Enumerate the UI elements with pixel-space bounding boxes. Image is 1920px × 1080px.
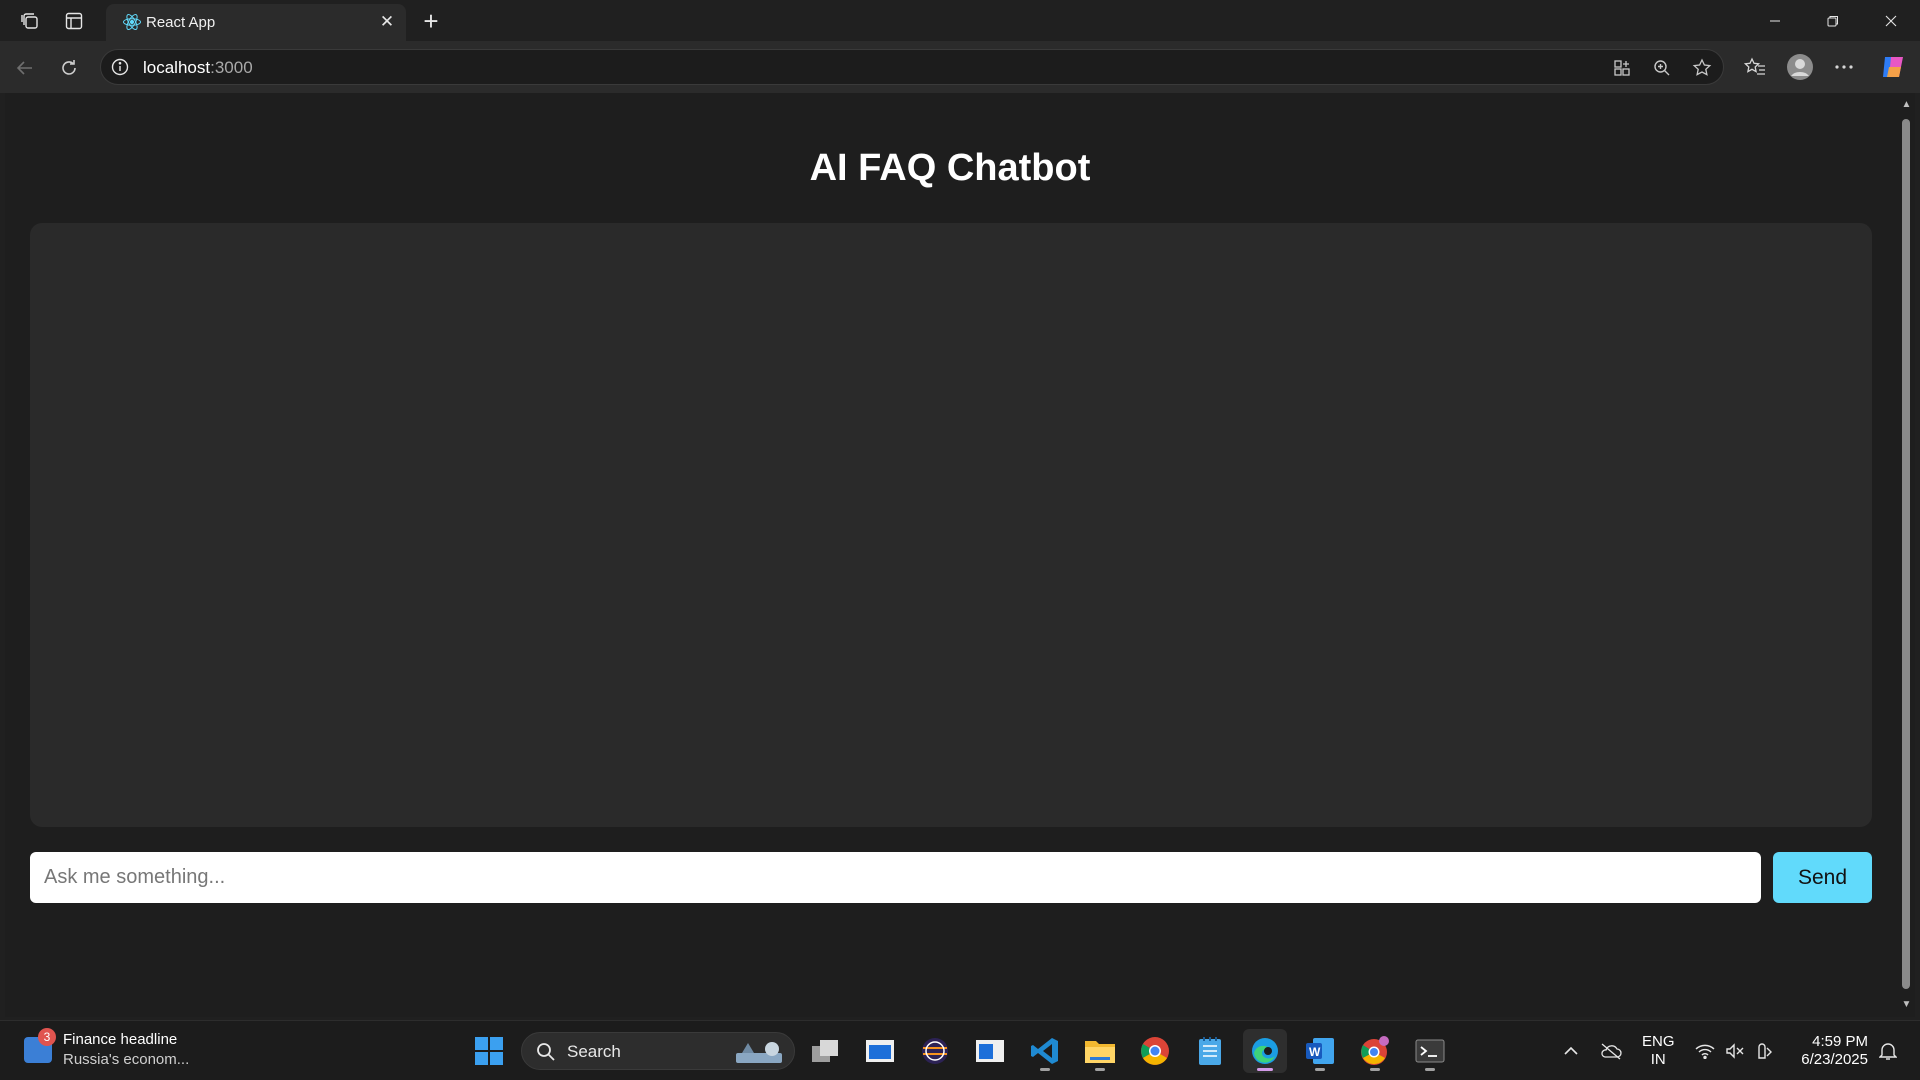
battery-icon[interactable] — [1753, 1039, 1777, 1063]
language-indicator[interactable]: ENG IN — [1642, 1033, 1675, 1069]
tab-title: React App — [146, 14, 216, 31]
tab-react-app[interactable]: React App ✕ — [106, 4, 406, 41]
task-view-icon[interactable] — [803, 1029, 847, 1073]
restore-button[interactable] — [1804, 0, 1862, 41]
svg-text:W: W — [1309, 1045, 1321, 1059]
search-highlight-icon — [736, 1042, 782, 1063]
favorites-icon[interactable] — [1738, 50, 1772, 84]
running-indicator — [1315, 1068, 1325, 1071]
send-button[interactable]: Send — [1773, 852, 1872, 903]
close-tab-icon[interactable]: ✕ — [376, 11, 398, 33]
copilot-icon[interactable] — [1876, 50, 1910, 84]
close-window-button[interactable] — [1862, 0, 1920, 41]
volume-muted-icon[interactable] — [1723, 1039, 1747, 1063]
zoom-icon[interactable] — [1649, 56, 1675, 80]
show-hidden-icons-chevron-icon[interactable] — [1559, 1039, 1583, 1063]
running-indicator — [1370, 1068, 1380, 1071]
news-title[interactable]: Finance headline — [63, 1031, 177, 1048]
browser-toolbar: localhost:3000 — [0, 41, 1920, 93]
new-tab-button[interactable]: + — [414, 6, 448, 36]
running-indicator — [1425, 1068, 1435, 1071]
favorite-star-icon[interactable] — [1689, 56, 1715, 80]
address-bar[interactable]: localhost:3000 — [100, 49, 1724, 85]
scroll-up-icon[interactable]: ▲ — [1900, 99, 1913, 111]
react-icon — [123, 13, 141, 31]
page-title: AI FAQ Chatbot — [809, 147, 1091, 189]
url-host: localhost — [143, 58, 211, 77]
browser-titlebar: React App ✕ + — [0, 0, 1920, 41]
notification-bell-icon[interactable] — [1876, 1039, 1900, 1063]
running-indicator — [1095, 1068, 1105, 1071]
file-explorer-app-icon[interactable] — [1078, 1029, 1122, 1073]
chrome-app-icon[interactable] — [1133, 1029, 1177, 1073]
page-scrollbar[interactable]: ▲ ▼ — [1898, 93, 1915, 1017]
eclipse-app-icon[interactable] — [913, 1029, 957, 1073]
edge-app-icon[interactable] — [1243, 1029, 1287, 1073]
remote-desktop-app-icon[interactable] — [968, 1029, 1012, 1073]
wifi-icon[interactable] — [1693, 1039, 1717, 1063]
refresh-button[interactable] — [52, 51, 86, 85]
chat-messages-area[interactable] — [30, 223, 1872, 827]
workspaces-icon[interactable] — [12, 6, 48, 36]
minimize-button[interactable] — [1746, 0, 1804, 41]
lang-region: IN — [1650, 1051, 1666, 1068]
clock-date: 6/23/2025 — [1801, 1051, 1868, 1068]
news-badge: 3 — [38, 1028, 56, 1046]
back-button[interactable] — [8, 51, 42, 85]
word-app-icon[interactable]: W — [1298, 1029, 1342, 1073]
terminal-app-icon[interactable] — [1408, 1029, 1452, 1073]
running-indicator — [1040, 1068, 1050, 1071]
search-icon — [537, 1043, 555, 1061]
scroll-down-icon[interactable]: ▼ — [1900, 999, 1913, 1011]
search-label: Search — [567, 1042, 621, 1061]
page-viewport: AI FAQ Chatbot Send — [5, 93, 1898, 1017]
start-button[interactable] — [467, 1029, 511, 1073]
lang-code: ENG — [1642, 1033, 1675, 1050]
taskbar: 3 Finance headline Russia's econom... Se… — [0, 1020, 1920, 1080]
vscode-app-icon[interactable] — [1023, 1029, 1067, 1073]
app-available-icon[interactable] — [1609, 56, 1635, 80]
chrome-profile-app-icon[interactable] — [1353, 1029, 1397, 1073]
onedrive-offline-icon[interactable] — [1599, 1039, 1623, 1063]
notepad-app-icon[interactable] — [1188, 1029, 1232, 1073]
screen: React App ✕ + localhost:3000 AI FAQ Chat… — [0, 0, 1920, 1080]
running-indicator — [1257, 1068, 1273, 1071]
system-clock[interactable]: 4:59 PM 6/23/2025 — [1790, 1033, 1868, 1069]
taskbar-search[interactable]: Search — [521, 1032, 795, 1070]
site-info-icon[interactable] — [111, 58, 129, 76]
store-app-icon[interactable] — [858, 1029, 902, 1073]
profile-avatar[interactable] — [1783, 50, 1817, 84]
url-text[interactable]: localhost:3000 — [143, 58, 253, 78]
more-menu-icon[interactable] — [1827, 50, 1861, 84]
clock-time: 4:59 PM — [1812, 1033, 1868, 1050]
vertical-tabs-icon[interactable] — [56, 6, 92, 36]
chat-input[interactable] — [30, 852, 1761, 903]
url-port: :3000 — [210, 58, 253, 77]
scroll-thumb[interactable] — [1902, 119, 1910, 989]
news-subtitle[interactable]: Russia's econom... — [63, 1051, 189, 1068]
